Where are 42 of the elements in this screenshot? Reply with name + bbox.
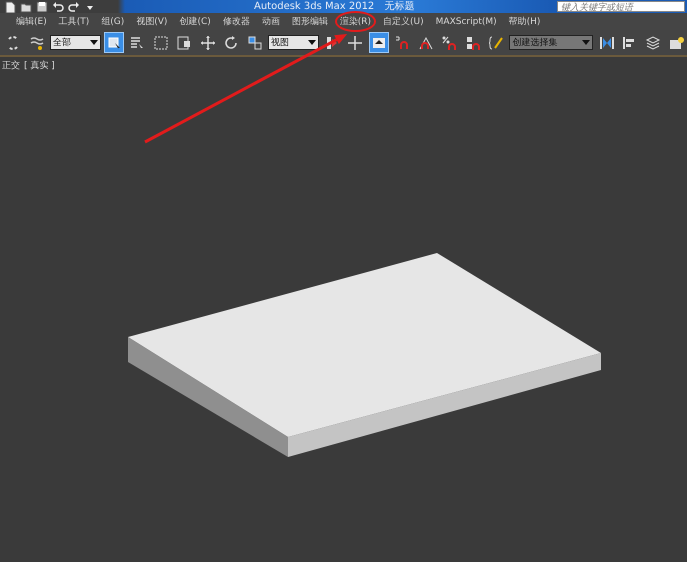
viewport-label[interactable]: 正交 xyxy=(2,59,20,72)
select-object-icon xyxy=(106,34,122,50)
menu-item[interactable]: 视图(V) xyxy=(130,15,174,28)
crosshair-icon xyxy=(347,34,364,50)
menu-item[interactable]: 帮助(H) xyxy=(502,15,546,28)
menu-item[interactable]: 图形编辑 xyxy=(286,15,334,28)
caret-icon xyxy=(582,40,590,46)
wave-icon xyxy=(28,34,45,50)
menu-item[interactable]: 动画 xyxy=(256,15,286,28)
dropdown[interactable]: 视图 xyxy=(268,35,319,50)
window-crossing-icon xyxy=(176,34,192,50)
edit-selection-icon xyxy=(488,34,504,50)
caret-icon xyxy=(308,40,316,46)
select-object-button[interactable] xyxy=(104,32,124,53)
menu-item[interactable]: 组(G) xyxy=(95,15,130,28)
menu-item[interactable]: 编辑(E) xyxy=(10,15,53,28)
scale-icon xyxy=(246,34,263,50)
menu-item[interactable]: 自定义(U) xyxy=(377,15,430,28)
viewport-label[interactable]: [ 真实 ] xyxy=(24,59,55,72)
caret-icon xyxy=(90,40,98,46)
spinner-magnet-icon xyxy=(464,34,481,50)
mirror-icon xyxy=(598,34,614,50)
save-icon[interactable] xyxy=(36,0,48,12)
move-icon xyxy=(200,34,216,50)
dropdown[interactable]: 全部 xyxy=(50,35,101,50)
rectangle-selection-icon xyxy=(152,34,169,50)
redo-icon[interactable] xyxy=(68,0,80,12)
window-title: Autodesk 3ds Max 2012 xyxy=(254,0,374,12)
undo-icon[interactable] xyxy=(52,0,64,12)
menu-item[interactable]: 创建(C) xyxy=(173,15,217,28)
document-name: 无标题 xyxy=(384,0,414,12)
menu-item[interactable]: 工具(T) xyxy=(52,15,96,28)
select-by-name-icon xyxy=(129,34,146,50)
angle-magnet-icon xyxy=(418,34,434,50)
menu-item[interactable]: MAXScript(M) xyxy=(430,16,503,26)
rotate-icon xyxy=(223,34,240,50)
snap-magnet-icon xyxy=(394,34,410,50)
percent-magnet-icon xyxy=(441,34,458,50)
layers-icon xyxy=(645,34,662,50)
menu-item[interactable]: 修改器 xyxy=(216,15,256,28)
dropdown[interactable]: 创建选择集 xyxy=(509,35,594,50)
search-field[interactable]: 键入关键字或短语 xyxy=(557,1,685,12)
